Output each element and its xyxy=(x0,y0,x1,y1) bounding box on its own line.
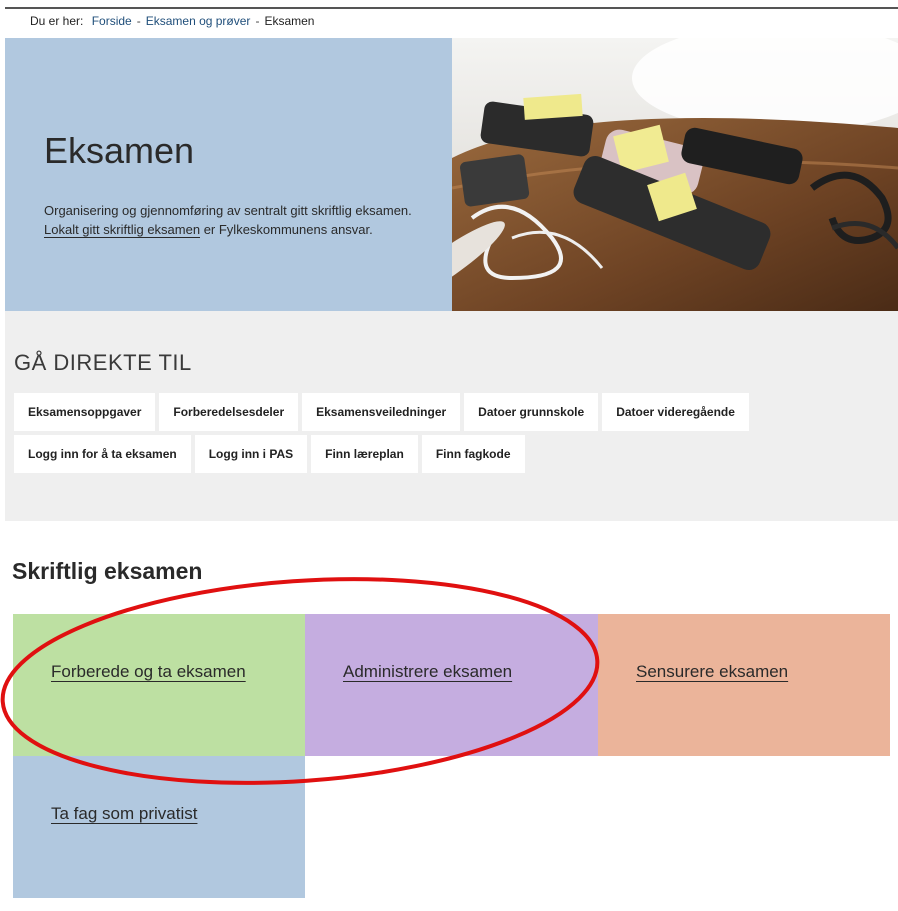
section-title: Skriftlig eksamen xyxy=(12,558,203,584)
tile-label[interactable]: Administrere eksamen xyxy=(343,660,512,683)
breadcrumb-separator: - xyxy=(136,14,141,28)
quick-links-row: Eksamensoppgaver Forberedelsesdeler Eksa… xyxy=(14,393,749,431)
quick-link-finn-fagkode[interactable]: Finn fagkode xyxy=(421,435,525,473)
quick-links-row: Logg inn for å ta eksamen Logg inn i PAS… xyxy=(14,435,525,473)
tile-label[interactable]: Sensurere eksamen xyxy=(636,660,788,683)
quick-links-panel: GÅ DIREKTE TIL Eksamensoppgaver Forbered… xyxy=(5,311,898,521)
hero-description-text: Organisering og gjennomføring av sentral… xyxy=(44,203,412,218)
breadcrumb-link-forside[interactable]: Forside xyxy=(92,14,132,28)
quick-link-logg-inn-eksamen[interactable]: Logg inn for å ta eksamen xyxy=(14,435,191,473)
breadcrumb-separator: - xyxy=(255,14,260,28)
breadcrumb-link-eksamen-og-prover[interactable]: Eksamen og prøver xyxy=(146,14,251,28)
hero-text-panel: Eksamen Organisering og gjennomføring av… xyxy=(5,38,452,311)
quick-link-logg-inn-pas[interactable]: Logg inn i PAS xyxy=(194,435,308,473)
quick-link-forberedelsesdeler[interactable]: Forberedelsesdeler xyxy=(159,393,299,431)
tile-label[interactable]: Forberede og ta eksamen xyxy=(51,660,251,683)
lokalt-gitt-eksamen-link[interactable]: Lokalt gitt skriftlig eksamen xyxy=(44,222,201,238)
tile-administrere-eksamen[interactable]: Administrere eksamen xyxy=(305,614,598,756)
quick-link-datoer-grunnskole[interactable]: Datoer grunnskole xyxy=(464,393,599,431)
quick-link-eksamensveiledninger[interactable]: Eksamensveiledninger xyxy=(302,393,461,431)
page-title: Eksamen xyxy=(44,130,195,171)
tile-sensurere-eksamen[interactable]: Sensurere eksamen xyxy=(598,614,890,756)
tile-ta-fag-som-privatist[interactable]: Ta fag som privatist xyxy=(13,756,305,898)
hero-banner: Eksamen Organisering og gjennomføring av… xyxy=(5,38,898,311)
hero-description-rest: er Fylkeskommunens ansvar. xyxy=(200,222,373,237)
hero-description: Organisering og gjennomføring av sentral… xyxy=(44,201,424,239)
breadcrumb-current: Eksamen xyxy=(264,14,315,28)
quick-links-heading: GÅ DIREKTE TIL xyxy=(14,350,192,375)
quick-link-datoer-videregaende[interactable]: Datoer videregående xyxy=(602,393,749,431)
breadcrumb-prefix: Du er her: xyxy=(30,14,84,28)
breadcrumb: Du er her: Forside - Eksamen og prøver - Eks… xyxy=(30,14,314,28)
tile-forberede-og-ta-eksamen[interactable]: Forberede og ta eksamen xyxy=(13,614,305,756)
quick-link-finn-laereplan[interactable]: Finn læreplan xyxy=(311,435,418,473)
tile-label[interactable]: Ta fag som privatist xyxy=(51,802,197,825)
quick-link-eksamensoppgaver[interactable]: Eksamensoppgaver xyxy=(14,393,156,431)
hero-photo xyxy=(452,38,898,311)
top-divider xyxy=(5,7,898,9)
hero-photo-illustration xyxy=(452,38,898,311)
